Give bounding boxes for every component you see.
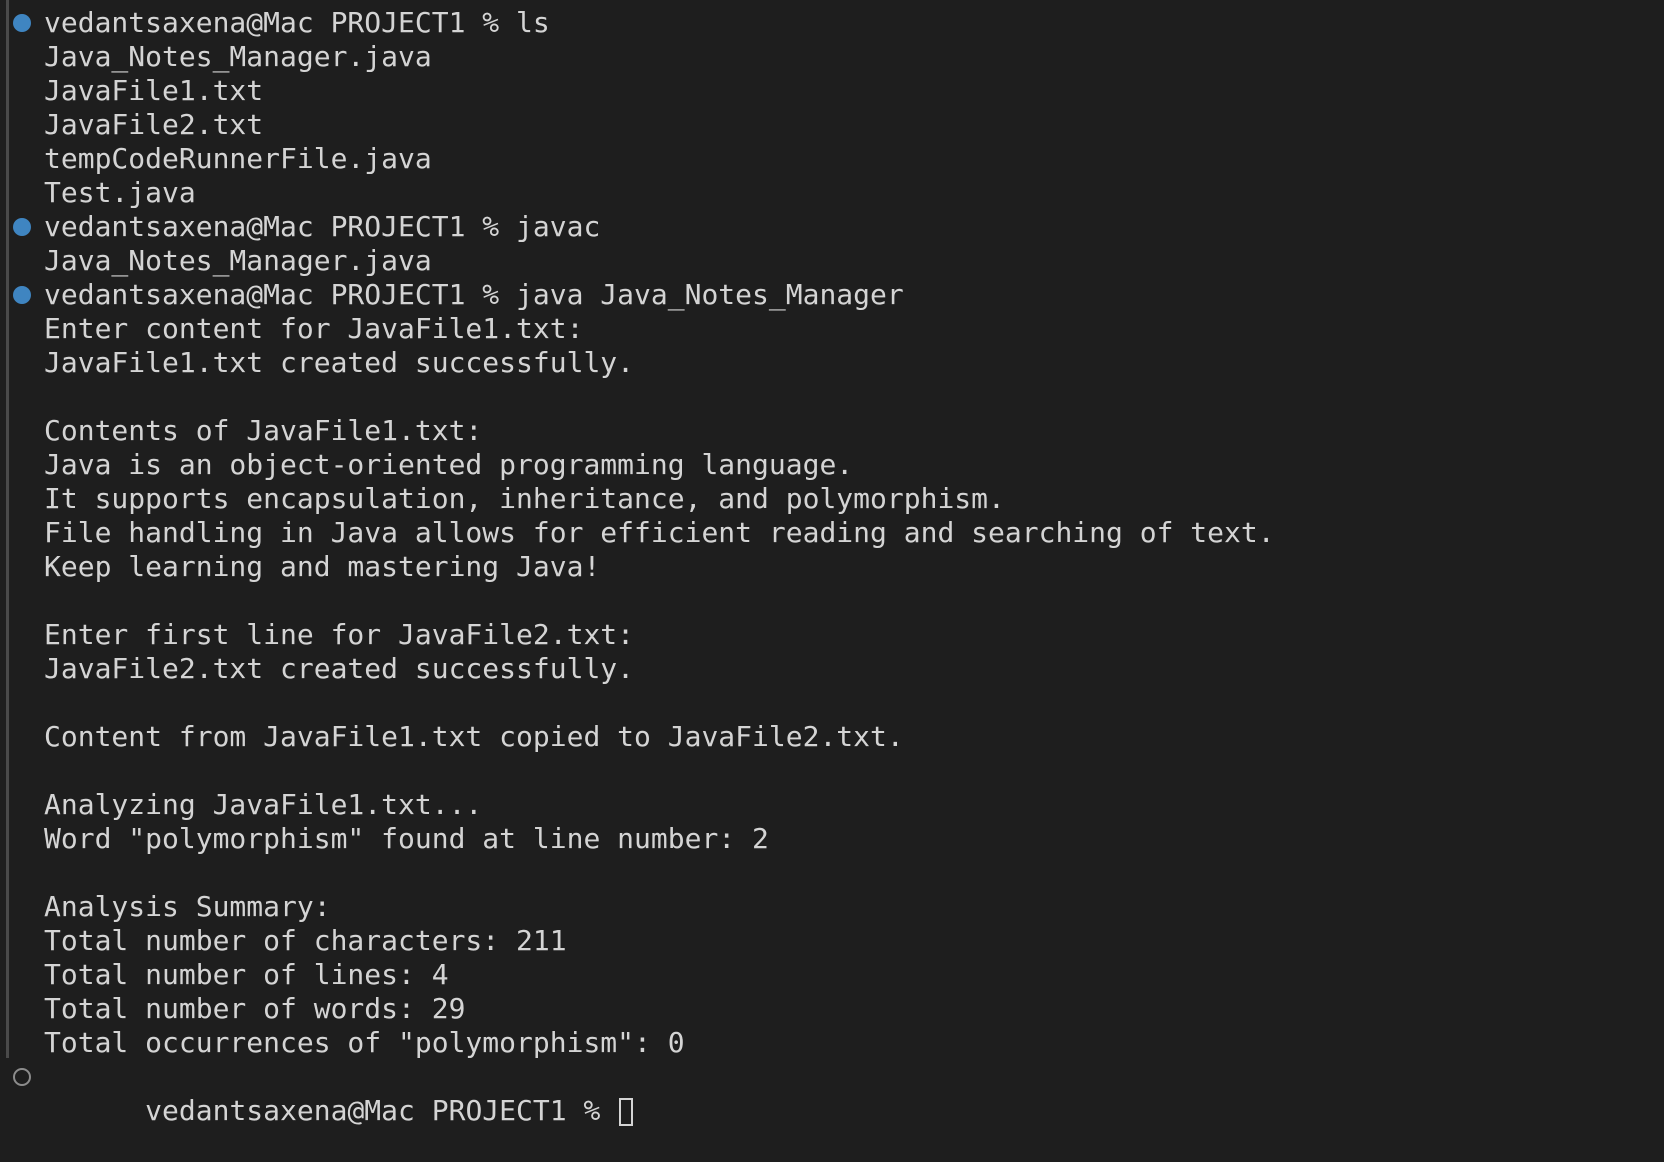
line-text: It supports encapsulation, inheritance, …: [44, 482, 1005, 515]
output-line: tempCodeRunnerFile.java: [0, 142, 1664, 176]
output-line: Enter content for JavaFile1.txt:: [0, 312, 1664, 346]
output-line: Java_Notes_Manager.java: [0, 40, 1664, 74]
line-text: vedantsaxena@Mac PROJECT1 % javac: [44, 210, 601, 243]
line-text: Test.java: [44, 176, 196, 209]
line-text: JavaFile2.txt created successfully.: [44, 652, 635, 685]
command-success-dot-icon[interactable]: [13, 218, 31, 236]
line-text: Contents of JavaFile1.txt:: [44, 414, 483, 447]
output-line: Total occurrences of "polymorphism": 0: [0, 1026, 1664, 1060]
line-text: tempCodeRunnerFile.java: [44, 142, 432, 175]
output-line: Total number of words: 29: [0, 992, 1664, 1026]
line-text: Enter content for JavaFile1.txt:: [44, 312, 584, 345]
output-line: Total number of lines: 4: [0, 958, 1664, 992]
line-text: Total number of lines: 4: [44, 958, 449, 991]
command-line: vedantsaxena@Mac PROJECT1 % javac: [0, 210, 1664, 244]
command-line: vedantsaxena@Mac PROJECT1 % ls: [0, 6, 1664, 40]
line-text: Analysis Summary:: [44, 890, 331, 923]
output-line: File handling in Java allows for efficie…: [0, 516, 1664, 550]
output-line: JavaFile1.txt created successfully.: [0, 346, 1664, 380]
line-text: JavaFile1.txt created successfully.: [44, 346, 635, 379]
command-line: vedantsaxena@Mac PROJECT1 % java Java_No…: [0, 278, 1664, 312]
line-text: Word "polymorphism" found at line number…: [44, 822, 769, 855]
output-line: Analysis Summary:: [0, 890, 1664, 924]
line-text: vedantsaxena@Mac PROJECT1 % java Java_No…: [44, 278, 904, 311]
line-text: Enter first line for JavaFile2.txt:: [44, 618, 635, 651]
line-text: Analyzing JavaFile1.txt...: [44, 788, 483, 821]
output-line: JavaFile2.txt created successfully.: [0, 652, 1664, 686]
output-line: It supports encapsulation, inheritance, …: [0, 482, 1664, 516]
command-status-empty-icon: [13, 1068, 31, 1086]
command-success-dot-icon[interactable]: [13, 14, 31, 32]
current-prompt-line[interactable]: vedantsaxena@Mac PROJECT1 %: [0, 1060, 1664, 1127]
line-text: vedantsaxena@Mac PROJECT1 % ls: [44, 6, 550, 39]
line-text: Keep learning and mastering Java!: [44, 550, 601, 583]
line-text: Total occurrences of "polymorphism": 0: [44, 1026, 685, 1059]
line-text: Java_Notes_Manager.java: [44, 40, 432, 73]
output-line: Contents of JavaFile1.txt:: [0, 414, 1664, 448]
line-text: Total number of characters: 211: [44, 924, 567, 957]
output-line: Enter first line for JavaFile2.txt:: [0, 618, 1664, 652]
output-line: Java is an object-oriented programming l…: [0, 448, 1664, 482]
terminal-output: vedantsaxena@Mac PROJECT1 % ls Java_Notes…: [0, 6, 1664, 1127]
command-success-dot-icon[interactable]: [13, 286, 31, 304]
output-line: Analyzing JavaFile1.txt...: [0, 788, 1664, 822]
output-line: Keep learning and mastering Java!: [0, 550, 1664, 584]
output-line: Total number of characters: 211: [0, 924, 1664, 958]
output-line: JavaFile1.txt: [0, 74, 1664, 108]
output-line: Test.java: [0, 176, 1664, 210]
line-text: File handling in Java allows for efficie…: [44, 516, 1275, 549]
line-text: Total number of words: 29: [44, 992, 466, 1025]
line-text: Java is an object-oriented programming l…: [44, 448, 854, 481]
text-cursor: [619, 1098, 634, 1126]
current-prompt-text: vedantsaxena@Mac PROJECT1 %: [145, 1094, 618, 1127]
line-text: JavaFile1.txt: [44, 74, 264, 107]
output-line: Java_Notes_Manager.java: [0, 244, 1664, 278]
line-text: JavaFile2.txt: [44, 108, 264, 141]
output-line: JavaFile2.txt: [0, 108, 1664, 142]
output-line: Word "polymorphism" found at line number…: [0, 822, 1664, 856]
output-line: Content from JavaFile1.txt copied to Jav…: [0, 720, 1664, 754]
line-text: Content from JavaFile1.txt copied to Jav…: [44, 720, 904, 753]
line-text: Java_Notes_Manager.java: [44, 244, 432, 277]
terminal-panel[interactable]: vedantsaxena@Mac PROJECT1 % ls Java_Notes…: [0, 0, 1664, 1127]
